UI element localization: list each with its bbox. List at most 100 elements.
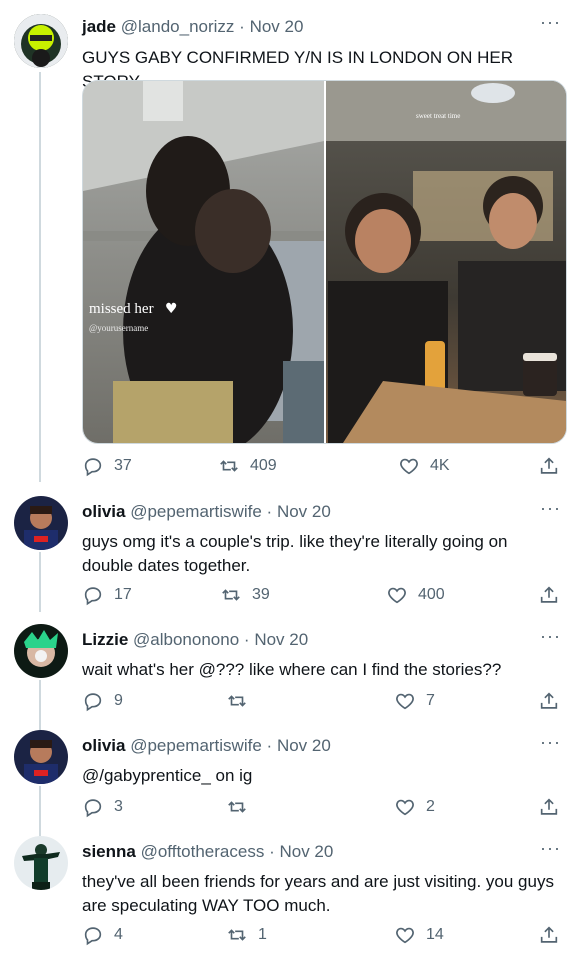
avatar[interactable]: [14, 730, 68, 784]
share-icon: [540, 926, 558, 943]
handle[interactable]: @pepemartiswife: [130, 502, 262, 521]
avatar-image: [14, 730, 68, 784]
retweet-count: 409: [250, 457, 277, 474]
reply-count: 4: [114, 926, 123, 943]
tweet-actions: 37 409 4K: [82, 455, 562, 483]
tweet-actions: 3 2: [82, 796, 562, 824]
share-button[interactable]: [538, 796, 560, 823]
retweet-button[interactable]: [226, 690, 258, 712]
retweet-button[interactable]: 1: [226, 924, 267, 946]
reply-icon: [84, 458, 102, 477]
like-count: 400: [418, 586, 445, 603]
like-count: 4K: [430, 457, 450, 474]
timestamp[interactable]: Nov 20: [277, 736, 331, 755]
share-button[interactable]: [538, 690, 560, 717]
reply-count: 17: [114, 586, 132, 603]
heart-icon: [396, 799, 414, 816]
tweet-header: sienna @offtotheracess · Nov 20: [82, 842, 333, 862]
tweet-4[interactable]: olivia @pepemartiswife · Nov 20 ··· @/ga…: [0, 724, 579, 832]
share-icon: [540, 692, 558, 709]
tweet-2[interactable]: olivia @pepemartiswife · Nov 20 ··· guys…: [0, 490, 579, 618]
more-options-icon[interactable]: ···: [540, 732, 561, 753]
retweet-icon: [228, 929, 246, 941]
more-options-icon[interactable]: ···: [540, 838, 561, 859]
timestamp[interactable]: Nov 20: [250, 17, 304, 36]
heart-icon: [396, 927, 414, 944]
reply-icon: [84, 587, 102, 606]
story-subcaption: @yourusername: [89, 323, 148, 333]
handle[interactable]: @pepemartiswife: [130, 736, 262, 755]
share-icon: [540, 798, 558, 815]
reply-button[interactable]: 3: [82, 796, 123, 818]
display-name[interactable]: olivia: [82, 502, 125, 521]
display-name[interactable]: Lizzie: [82, 630, 128, 649]
tweet-header: Lizzie @albononono · Nov 20: [82, 630, 308, 650]
like-button[interactable]: 14: [394, 924, 444, 946]
reply-button[interactable]: 9: [82, 690, 123, 712]
retweet-icon: [220, 460, 238, 472]
like-button[interactable]: 7: [394, 690, 435, 712]
handle[interactable]: @albononono: [133, 630, 239, 649]
separator: ·: [266, 502, 273, 521]
share-icon: [540, 457, 558, 474]
handle[interactable]: @lando_norizz: [121, 17, 235, 36]
heart-icon: [388, 587, 406, 604]
like-button[interactable]: 2: [394, 796, 435, 818]
reply-icon: [84, 927, 102, 946]
reply-button[interactable]: 17: [82, 584, 132, 606]
heart-icon: [396, 693, 414, 710]
story-caption: missed her: [89, 301, 154, 317]
tweet-actions: 4 1 14: [82, 924, 562, 952]
tweet-media[interactable]: missed her ♥ @yourusername sweet treat t…: [82, 80, 567, 444]
timestamp[interactable]: Nov 20: [254, 630, 308, 649]
tweet-actions: 9 7: [82, 690, 562, 718]
avatar-image: [14, 14, 68, 68]
reply-count: 9: [114, 692, 123, 709]
tweet-1[interactable]: jade @lando_norizz · Nov 20 ··· GUYS GAB…: [0, 0, 579, 490]
tweet-text: wait what's her @??? like where can I fi…: [82, 660, 502, 679]
share-button[interactable]: [538, 455, 560, 482]
reply-button[interactable]: 37: [82, 455, 132, 477]
tweet-actions: 17 39 400: [82, 584, 562, 612]
share-button[interactable]: [538, 584, 560, 611]
share-button[interactable]: [538, 924, 560, 951]
avatar[interactable]: [14, 496, 68, 550]
separator: ·: [269, 842, 275, 861]
avatar-image: [14, 496, 68, 550]
tweet-header: olivia @pepemartiswife · Nov 20: [82, 736, 331, 756]
reply-count: 37: [114, 457, 132, 474]
heart-icon: ♥: [165, 301, 178, 317]
like-button[interactable]: 400: [386, 584, 445, 606]
separator: ·: [243, 630, 250, 649]
retweet-icon: [228, 801, 246, 813]
avatar[interactable]: [14, 14, 68, 68]
retweet-button[interactable]: [226, 796, 258, 818]
like-count: 2: [426, 798, 435, 815]
more-options-icon[interactable]: ···: [540, 626, 561, 647]
reply-icon: [84, 693, 102, 712]
reply-count: 3: [114, 798, 123, 815]
avatar[interactable]: [14, 836, 68, 890]
timestamp[interactable]: Nov 20: [277, 502, 331, 521]
media-image: missed her ♥ @yourusername sweet treat t…: [83, 81, 566, 443]
heart-icon: [400, 458, 418, 475]
like-button[interactable]: 4K: [398, 455, 450, 477]
display-name[interactable]: sienna: [82, 842, 136, 861]
retweet-button[interactable]: 39: [220, 584, 270, 606]
reply-button[interactable]: 4: [82, 924, 123, 946]
separator: ·: [266, 736, 273, 755]
avatar[interactable]: [14, 624, 68, 678]
tweet-header: olivia @pepemartiswife · Nov 20: [82, 502, 331, 522]
display-name[interactable]: olivia: [82, 736, 125, 755]
tweet-header: jade @lando_norizz · Nov 20: [82, 17, 303, 37]
reply-icon: [84, 799, 102, 818]
timestamp[interactable]: Nov 20: [279, 842, 333, 861]
tweet-5[interactable]: sienna @offtotheracess · Nov 20 ··· they…: [0, 830, 579, 960]
tweet-text: @/gabyprentice_ on ig: [82, 766, 253, 785]
handle[interactable]: @offtotheracess: [141, 842, 265, 861]
retweet-button[interactable]: 409: [218, 455, 277, 477]
more-options-icon[interactable]: ···: [540, 12, 561, 33]
display-name[interactable]: jade: [82, 17, 116, 36]
tweet-3[interactable]: Lizzie @albononono · Nov 20 ··· wait wha…: [0, 618, 579, 726]
more-options-icon[interactable]: ···: [540, 498, 561, 519]
